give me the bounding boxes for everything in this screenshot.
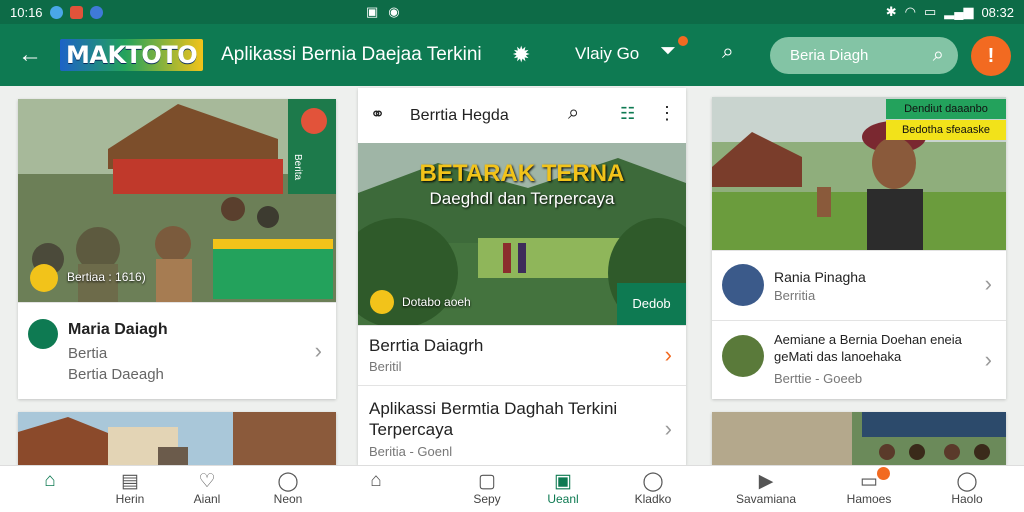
author-name: Dotabo aoeh	[402, 295, 471, 309]
item-subtitle-2: Bertia Daeagh	[68, 366, 164, 383]
list-item[interactable]: Rania Pinagha Berritia ›	[712, 250, 1006, 320]
bookmark-icon: ▣	[554, 471, 572, 492]
item-subtitle: Beritil	[369, 359, 402, 374]
search-placeholder: Beria Diagh	[790, 47, 869, 64]
profile-icon: ◯	[956, 471, 978, 492]
list-view-icon[interactable]: ☷	[620, 104, 635, 124]
news-card-left[interactable]: Bertiaa : 1616) Berita Maria Daiagh Bert…	[18, 99, 336, 399]
news-icon: ▤	[121, 471, 139, 492]
view-mode-label[interactable]: Vlaiy Go	[575, 44, 639, 64]
chevron-right-icon: ›	[984, 347, 992, 372]
search-icon[interactable]: ⌕	[722, 40, 734, 64]
nav-profile[interactable]: ◯ Haolo	[927, 470, 1007, 506]
item-meta: Berttie - Goeeb	[774, 371, 863, 386]
list-item[interactable]: Aplikassi Bermtia Daghah Terkini Terperc…	[358, 385, 686, 465]
wifi-icon: ◠	[904, 4, 916, 19]
nav-home[interactable]: ⌂	[10, 470, 90, 492]
video-icon: ▶	[758, 471, 774, 492]
headline-subtext: Daeghdl dan Terpercaya	[429, 189, 615, 208]
nav-person[interactable]: ◯ Kladko	[613, 470, 693, 506]
search-input[interactable]: Beria Diagh ⌕	[770, 37, 958, 74]
nav-bookmark[interactable]: ▣ Ueanl	[523, 470, 603, 506]
item-title: Aemiane a Bernia Doehan eneia geMati das…	[774, 332, 962, 364]
item-meta: Beritia - Goenl	[369, 444, 453, 459]
market-photo: Bertiaa : 1616) Berita	[18, 99, 336, 302]
signal-icon: ▂▄▆	[944, 4, 974, 19]
card-search-icon[interactable]: ⌕	[568, 102, 579, 125]
author-avatar	[30, 264, 58, 292]
news-card-right[interactable]: Dendiut daaanbo Bedotha sfeaaske Rania P…	[712, 97, 1006, 399]
user-icon: ◯	[277, 471, 299, 492]
search-field-icon: ⌕	[932, 44, 944, 66]
read-more-button[interactable]: Dedob	[617, 283, 686, 325]
filter-icon[interactable]: ⏷	[660, 36, 688, 63]
message-icon	[89, 5, 103, 19]
chevron-right-icon: ›	[664, 342, 672, 367]
battery-icon: ▭	[923, 4, 937, 19]
nav-news[interactable]: ▤ Herin	[90, 470, 170, 506]
author-avatar	[370, 290, 394, 314]
handshake-icon: ⚭	[370, 104, 386, 124]
list-item[interactable]: Aemiane a Bernia Doehan eneia geMati das…	[712, 320, 1006, 399]
item-title: Rania Pinagha	[774, 269, 866, 285]
notification-icon	[49, 5, 63, 19]
bottom-navigation: ⌂ ▤ Herin ♡ Aianl ◯ Neon ⌂ ▢ Sepy ▣ Ueanl ◯ Kl…	[0, 465, 1024, 512]
leaf-icon	[28, 319, 58, 349]
card-header: ⚭ Berrtia Hegda ⌕ ☷ ⋮	[358, 88, 686, 143]
app-title: Aplikassi Bernia Daejaa Terkini	[221, 44, 482, 65]
tag-green: Dendiut daaanbo	[886, 99, 1006, 119]
nav-favorite[interactable]: ♡ Aianl	[167, 470, 247, 506]
status-time-right: 08:32	[981, 4, 1014, 20]
clock: 10:16	[10, 4, 43, 20]
avatar	[722, 264, 764, 306]
more-vert-icon[interactable]: ⋮	[658, 103, 676, 124]
item-title: Aplikassi Bermtia Daghah Terkini Terperc…	[369, 399, 618, 439]
person-icon: ◯	[642, 471, 664, 492]
item-title: Berrtia Daiagrh	[369, 336, 484, 355]
chevron-right-icon: ›	[664, 416, 672, 441]
headline-text: BETARAK TERNA	[419, 160, 625, 187]
nav-house[interactable]: ⌂	[336, 470, 416, 492]
list-item[interactable]: Berrtia Daiagrh Beritil ›	[358, 325, 686, 385]
item-subtitle: Bertia	[68, 345, 108, 362]
nav-notifications[interactable]: ▭ Hamoes	[829, 467, 909, 506]
app-logo: MAKTOTO	[60, 39, 204, 71]
house-photo	[18, 412, 336, 465]
app-notification-icon	[69, 5, 83, 19]
notification-badge	[877, 467, 890, 480]
crowd-photo	[712, 412, 1006, 465]
thumbnail	[722, 335, 764, 377]
nav-account[interactable]: ◯ Neon	[248, 470, 328, 506]
chevron-right-icon: ›	[984, 271, 992, 296]
news-card-right-next[interactable]	[712, 412, 1006, 465]
bell-icon: ▭	[860, 471, 878, 492]
tag-yellow: Bedotha sfeaaske	[886, 120, 1006, 140]
nav-video[interactable]: ▶ Savamiana	[726, 470, 806, 506]
nav-chat[interactable]: ▢ Sepy	[447, 470, 527, 506]
chat-icon: ▢	[478, 471, 496, 492]
settings-gear-icon[interactable]: ✹	[512, 42, 530, 68]
image-icon: ▣	[366, 4, 379, 19]
filter-badge	[678, 36, 688, 46]
house-icon: ⌂	[370, 470, 382, 491]
news-card-featured[interactable]: ⚭ Berrtia Hegda ⌕ ☷ ⋮ BETARAK TERNA Daeg…	[358, 88, 686, 465]
farmer-photo: Dendiut daaanbo Bedotha sfeaaske	[712, 97, 1006, 250]
status-bar: 10:16 ▣ ◉ ✱ ◠ ▭ ▂▄▆ 08:32	[0, 0, 1024, 24]
alert-button[interactable]: !	[971, 36, 1011, 76]
back-arrow-icon[interactable]: ←	[0, 41, 60, 69]
rice-field-photo: BETARAK TERNA Daeghdl dan Terpercaya Dot…	[358, 143, 686, 325]
card-header-title: Berrtia Hegda	[410, 107, 509, 124]
item-title: Maria Daiagh	[68, 321, 168, 338]
location-icon: ◉	[388, 4, 400, 19]
chevron-right-icon: ›	[314, 338, 322, 363]
item-subtitle: Berritia	[774, 288, 816, 303]
heart-icon: ♡	[198, 471, 216, 492]
app-bar: ← MAKTOTO Aplikassi Bernia Daejaa Terkin…	[0, 24, 1024, 86]
list-item[interactable]: Maria Daiagh Bertia Bertia Daeagh ›	[18, 302, 336, 399]
home-icon: ⌂	[44, 470, 56, 491]
photo-caption: Bertiaa : 1616)	[67, 270, 146, 284]
bluetooth-icon: ✱	[885, 4, 897, 19]
banner-label: Berita	[292, 154, 303, 181]
news-card-left-next[interactable]	[18, 412, 336, 465]
